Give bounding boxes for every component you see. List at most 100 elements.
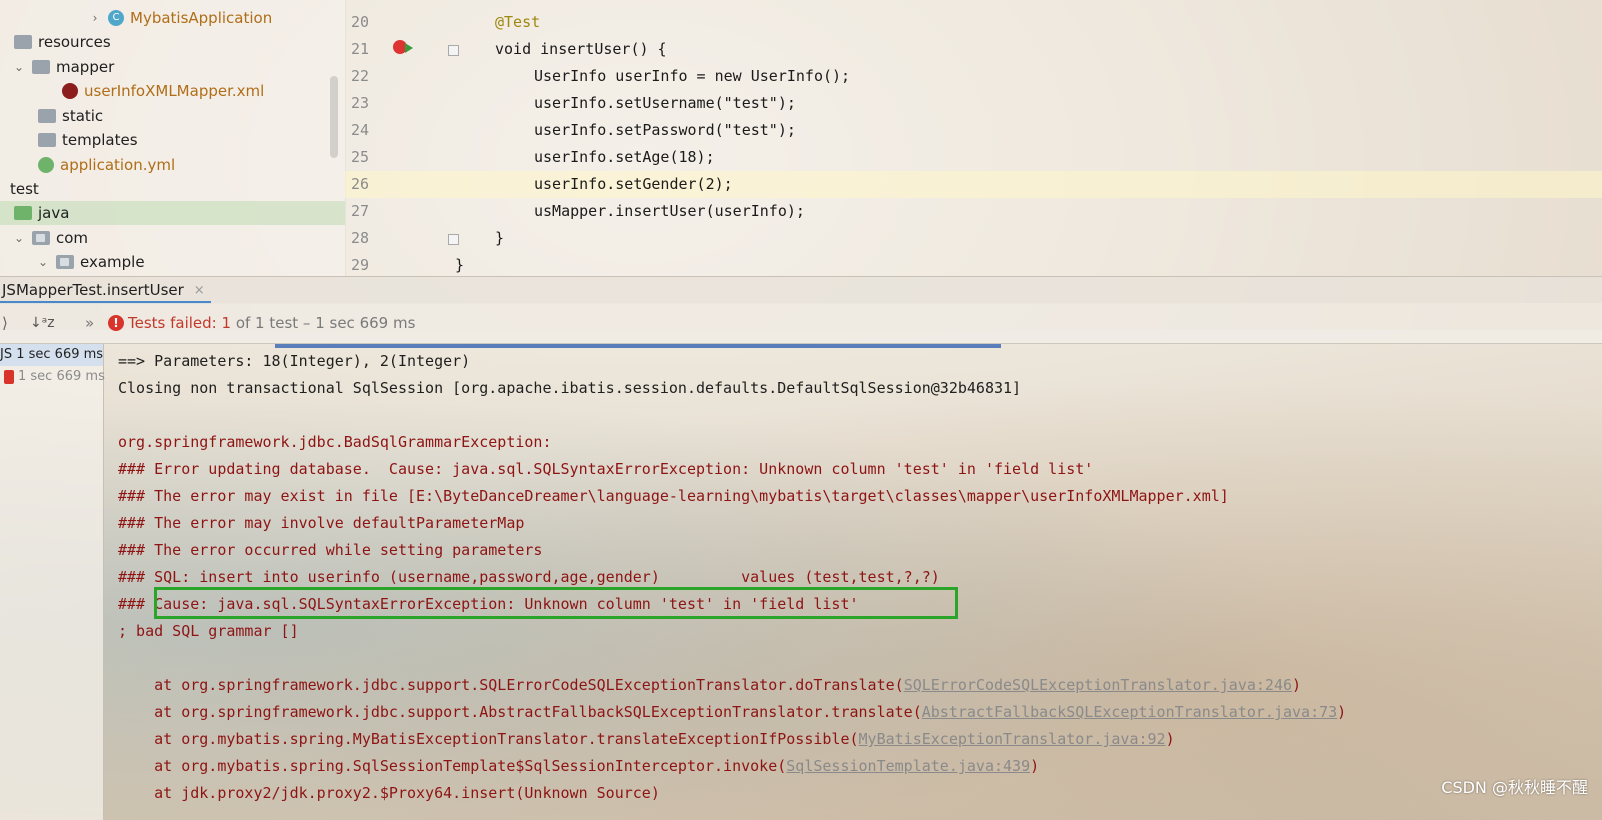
stack-frame-text: at org.mybatis.spring.MyBatisExceptionTr… [118,730,859,748]
tree-item-label: application.yml [60,156,176,174]
tree-item-templates[interactable]: templates [38,128,138,152]
tree-item-application-yml[interactable]: application.yml [38,153,175,177]
code-line: 23 userInfo.setUsername("test"); [345,90,1602,117]
stack-frame-text: ) [1165,730,1175,748]
tree-item-com[interactable]: ⌄ com [12,226,88,250]
code-text: usMapper.insertUser(userInfo); [534,202,805,220]
stack-frame: at jdk.proxy2/jdk.proxy2.$Proxy64.insert… [118,780,660,807]
test-node-class[interactable]: JS 1 sec 669 ms [0,344,103,366]
tree-item-java[interactable]: java [0,201,345,225]
source-link[interactable]: MyBatisExceptionTranslator.java:92 [859,730,1166,748]
package-icon [32,231,50,245]
line-number: 23 [350,94,369,112]
line-number: 29 [350,256,369,274]
close-icon[interactable]: × [194,283,205,298]
tree-item-mapper[interactable]: ⌄ mapper [12,55,114,79]
console-line: ### Error updating database. Cause: java… [118,460,1094,478]
code-text: userInfo.setPassword("test"); [534,121,796,139]
chevron-down-icon[interactable]: ⌄ [36,255,50,269]
spring-yml-icon [38,157,54,173]
class-icon: C [108,10,124,26]
tree-item-label: MybatisApplication [130,9,273,27]
highlight-box [154,587,958,619]
tree-item-label: static [62,107,104,125]
run-tab-insertuser[interactable]: JSMapperTest.insertUser × [0,277,211,304]
folder-icon [32,60,50,74]
code-text: void insertUser() { [495,40,667,58]
code-line: 25 userInfo.setAge(18); [345,144,1602,171]
code-line: 22 UserInfo userInfo = new UserInfo(); [345,63,1602,90]
test-node-method[interactable]: 1 sec 669 ms [0,366,105,388]
project-tree-panel: › C MybatisApplication resources ⌄ mappe… [0,0,346,276]
source-link[interactable]: AbstractFallbackSQLExceptionTranslator.j… [922,703,1337,721]
code-editor[interactable]: 20 @Test 21 void insertUser() { 22 UserI… [345,0,1602,276]
chevron-right-icon[interactable]: › [88,11,102,25]
console-line: Closing non transactional SqlSession [or… [118,379,1022,397]
stack-frame: at org.mybatis.spring.SqlSessionTemplate… [118,753,1039,780]
stack-frame: at org.mybatis.spring.MyBatisExceptionTr… [118,726,1175,753]
tree-scrollbar[interactable] [330,76,338,158]
line-number: 27 [350,202,369,220]
tree-item-label: userInfoXMLMapper.xml [84,82,265,100]
folder-icon [38,109,56,123]
code-text: userInfo.setGender(2); [534,175,733,193]
tree-item-label: example [80,253,145,271]
test-results-tree: JS 1 sec 669 ms 1 sec 669 ms [0,344,105,820]
tree-item-label: test [10,180,39,198]
stack-frame-text: ) [1292,676,1302,694]
code-text: @Test [495,13,541,31]
watermark: CSDN @秋秋睡不醒 [1441,778,1588,797]
code-line: 28 } [345,225,1602,252]
tests-failed-detail: of 1 test – 1 sec 669 ms [231,314,416,332]
code-text: UserInfo userInfo = new UserInfo(); [534,67,851,85]
source-link[interactable]: SqlSessionTemplate.java:439 [786,757,1030,775]
tree-item-test[interactable]: test [10,177,39,201]
tree-item-example[interactable]: ⌄ example [36,250,145,274]
console-line: ### The error occurred while setting par… [118,541,543,559]
chevron-down-icon[interactable]: ⌄ [12,60,26,74]
stack-frame: at org.springframework.jdbc.support.SQLE… [118,672,1301,699]
tree-item-label: resources [38,33,111,51]
test-failed-icon: ! [108,315,124,331]
collapse-icon[interactable]: ⟩ [2,303,8,343]
code-line: 21 void insertUser() { [345,36,1602,63]
mybatis-xml-icon [62,83,78,99]
line-number: 28 [350,229,369,247]
sort-alphabetical-icon[interactable]: ↓ᵃz [30,303,55,343]
stack-frame-text: at org.springframework.jdbc.support.SQLE… [118,676,904,694]
code-line: 24 userInfo.setPassword("test"); [345,117,1602,144]
fold-marker-icon[interactable] [448,45,459,56]
package-icon [56,255,74,269]
code-text: userInfo.setAge(18); [534,148,715,166]
folder-icon [14,206,32,220]
stack-frame-text: at org.springframework.jdbc.support.Abst… [118,703,922,721]
more-icon[interactable]: » [85,303,94,343]
console-line: ### The error may exist in file [E:\Byte… [118,487,1229,505]
stack-frame: at org.springframework.jdbc.support.Abst… [118,699,1346,726]
chevron-down-icon[interactable]: ⌄ [12,231,26,245]
tests-failed-label: Tests failed: 1 [128,314,232,332]
test-status: Tests failed: 1 of 1 test – 1 sec 669 ms [128,303,415,343]
tree-item-label: com [56,229,89,247]
run-toolbar: ⟩ ↓ᵃz » ! Tests failed: 1 of 1 test – 1 … [0,303,1602,344]
console-output[interactable]: ==> Parameters: 18(Integer), 2(Integer) … [104,344,1602,820]
run-tab-bar: JSMapperTest.insertUser × [0,276,1602,304]
fold-marker-icon[interactable] [448,234,459,245]
tree-item-label: templates [62,131,138,149]
line-number: 26 [350,175,369,193]
stack-frame-text: ) [1030,757,1040,775]
console-line: ### The error may involve defaultParamet… [118,514,525,532]
tree-item-userinfo-xml[interactable]: userInfoXMLMapper.xml [62,79,264,103]
tree-item-mybatis-application[interactable]: › C MybatisApplication [88,6,273,30]
failed-test-icon [4,369,14,384]
source-link[interactable]: SQLErrorCodeSQLExceptionTranslator.java:… [904,676,1292,694]
code-text: } [495,229,505,247]
code-line: 20 @Test [345,9,1602,36]
line-number: 21 [350,40,369,58]
tree-item-static[interactable]: static [38,104,103,128]
tree-item-resources[interactable]: resources [14,30,111,54]
code-line-current: 26 userInfo.setGender(2); [345,171,1602,198]
line-number: 25 [350,148,369,166]
console-line: ==> Parameters: 18(Integer), 2(Integer) [118,352,471,370]
code-line: 29 } [345,252,1602,279]
